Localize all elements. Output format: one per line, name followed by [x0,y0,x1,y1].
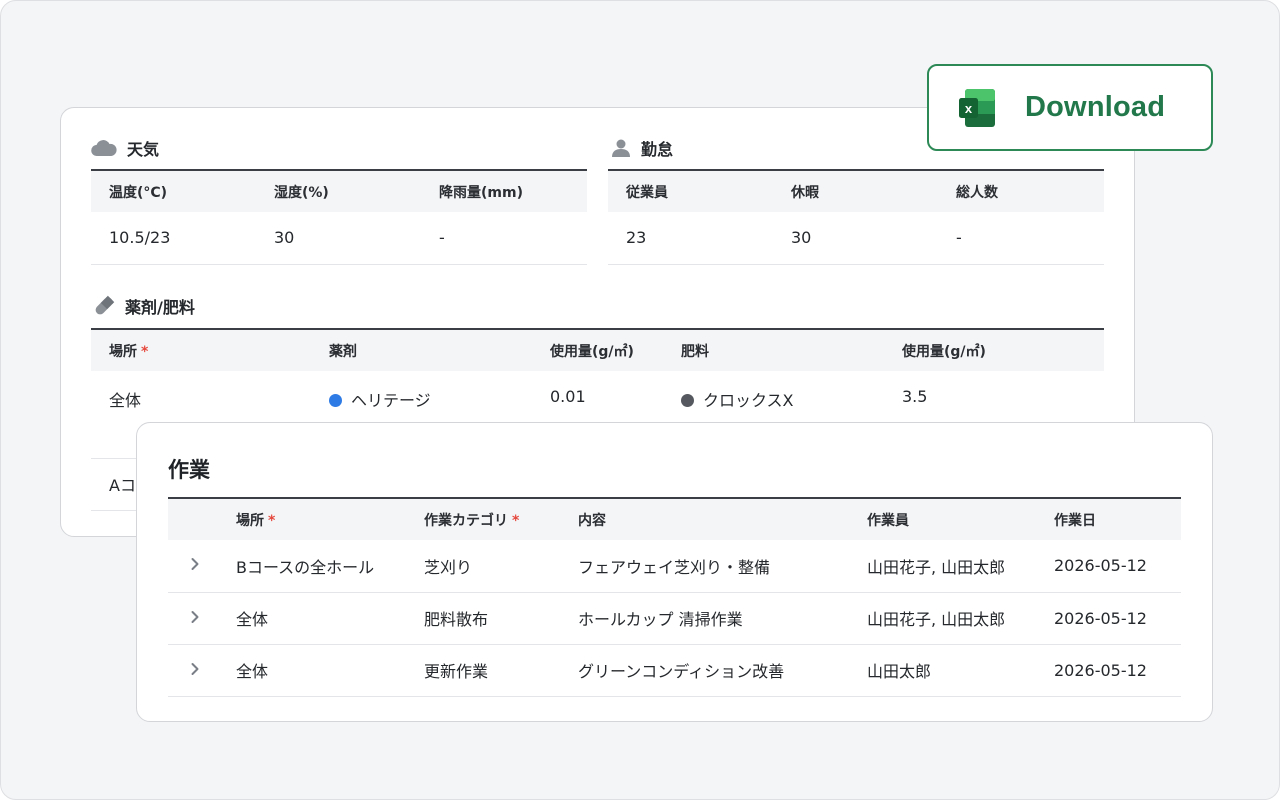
header-fertilizer: 肥料 [663,328,884,371]
temperature-value: 10.5/23 [91,212,256,265]
table-row[interactable]: 全体 肥料散布 ホールカップ 清掃作業 山田花子, 山田太郎 2026-05-1… [168,592,1181,645]
excel-icon: x [959,88,995,127]
header-fertilizer-amount: 使用量(g/㎡) [884,328,1104,371]
header-rainfall: 降雨量(mm) [421,169,587,212]
row-expand-toggle[interactable] [168,592,218,645]
attendance-header-row: 従業員 休暇 総人数 [608,169,1104,212]
weather-section-title: 天気 [91,136,159,160]
table-row[interactable]: 全体 更新作業 グリーンコンディション改善 山田太郎 2026-05-12 [168,644,1181,697]
chevron-right-icon [191,558,199,571]
weather-title: 天気 [127,140,160,159]
table-row[interactable]: Bコースの全ホール 芝刈り フェアウェイ芝刈り・整備 山田花子, 山田太郎 20… [168,540,1181,593]
required-mark: * [141,343,149,360]
header-employees: 従業員 [608,169,773,212]
date-cell: 2026-05-12 [1036,644,1181,697]
download-label: Download [1025,91,1166,123]
content-cell: ホールカップ 清掃作業 [560,592,849,645]
header-place: 場所 * [91,328,311,371]
header-content: 内容 [560,497,849,540]
required-mark: * [512,512,520,529]
rainfall-value: - [421,212,587,265]
header-date: 作業日 [1036,497,1181,540]
category-cell: 肥料散布 [406,592,560,645]
work-table: 場所 * 作業カテゴリ * 内容 作業員 作業日 Bコースの全ホール 芝刈り フェア… [168,497,1181,697]
place-cell: 全体 [218,592,406,645]
attendance-title: 勤怠 [641,140,674,159]
svg-text:x: x [965,101,973,116]
workers-cell: 山田太郎 [849,644,1036,697]
row-expand-toggle[interactable] [168,540,218,593]
header-expand [168,497,218,540]
workers-cell: 山田花子, 山田太郎 [849,592,1036,645]
chemical-color-dot [329,394,342,407]
header-category: 作業カテゴリ * [406,497,560,540]
date-cell: 2026-05-12 [1036,592,1181,645]
header-place: 場所 * [218,497,406,540]
employees-value: 23 [608,212,773,265]
header-total: 総人数 [938,169,1104,212]
header-workers: 作業員 [849,497,1036,540]
content-cell: フェアウェイ芝刈り・整備 [560,540,849,593]
content-cell: グリーンコンディション改善 [560,644,849,697]
app-frame: 天気 温度(°C) 湿度(%) 降雨量(mm) 10.5/23 30 - 勤怠 [0,0,1280,800]
table-row: 10.5/23 30 - [91,212,587,265]
download-button[interactable]: x Download [927,64,1213,151]
work-header-row: 場所 * 作業カテゴリ * 内容 作業員 作業日 [168,497,1181,540]
attendance-section-title: 勤怠 [611,136,673,160]
leave-value: 30 [773,212,938,265]
header-humidity: 湿度(%) [256,169,421,212]
weather-header-row: 温度(°C) 湿度(%) 降雨量(mm) [91,169,587,212]
work-card: 作業 場所 * 作業カテゴリ * 内容 作業員 作業日 Bコースの全ホール 芝刈り … [136,422,1213,722]
work-title: 作業 [168,458,210,482]
fertilizer-color-dot [681,394,694,407]
chevron-right-icon [191,610,199,623]
total-value: - [938,212,1104,265]
header-chemical: 薬剤 [311,328,532,371]
required-mark: * [268,512,276,529]
attendance-table: 従業員 休暇 総人数 23 30 - [608,169,1104,265]
place-cell: Bコースの全ホール [218,540,406,593]
workers-cell: 山田花子, 山田太郎 [849,540,1036,593]
chemicals-title: 薬剤/肥料 [125,298,195,317]
table-row: 23 30 - [608,212,1104,265]
header-leave: 休暇 [773,169,938,212]
cloud-icon [91,140,117,156]
place-cell: 全体 [218,644,406,697]
weather-table: 温度(°C) 湿度(%) 降雨量(mm) 10.5/23 30 - [91,169,587,265]
category-cell: 芝刈り [406,540,560,593]
header-chemical-amount: 使用量(g/㎡) [532,328,663,371]
chevron-right-icon [191,662,199,675]
category-cell: 更新作業 [406,644,560,697]
header-temperature: 温度(°C) [91,169,256,212]
user-icon [612,139,630,157]
chemicals-header-row: 場所 * 薬剤 使用量(g/㎡) 肥料 使用量(g/㎡) [91,328,1104,371]
row-expand-toggle[interactable] [168,644,218,697]
pill-icon [95,295,115,315]
humidity-value: 30 [256,212,421,265]
date-cell: 2026-05-12 [1036,540,1181,593]
chemicals-section-title: 薬剤/肥料 [93,294,195,318]
